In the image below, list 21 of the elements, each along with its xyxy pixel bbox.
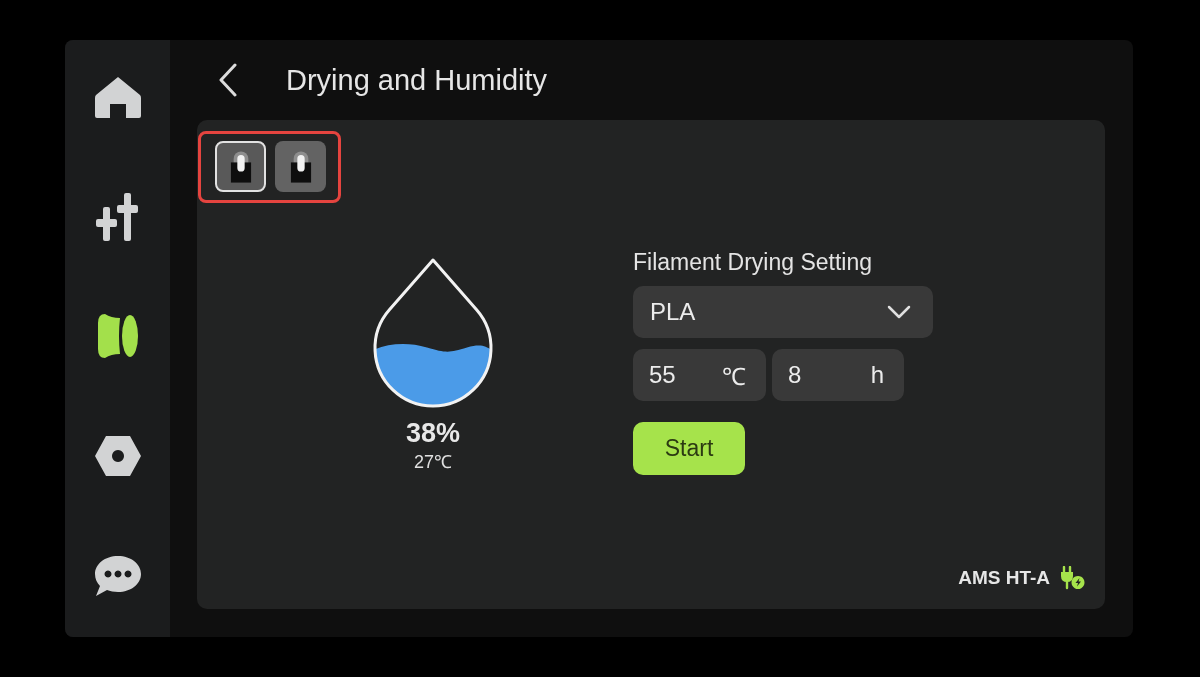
unit-tab[interactable] xyxy=(275,141,326,192)
home-icon xyxy=(94,75,141,118)
sliders-icon xyxy=(94,192,141,241)
temperature-reading: 27℃ xyxy=(414,451,452,473)
material-dropdown[interactable]: PLA xyxy=(633,286,933,338)
chat-bubble-icon xyxy=(92,554,143,599)
hex-nut-icon xyxy=(93,435,142,478)
ams-unit-icon xyxy=(289,150,312,183)
page-title: Drying and Humidity xyxy=(286,63,548,97)
unit-tab[interactable] xyxy=(215,141,266,192)
duration-field[interactable]: 8 h xyxy=(772,349,904,401)
temperature-field[interactable]: 55 ℃ xyxy=(633,349,766,401)
ams-unit-icon xyxy=(229,150,252,183)
plug-icon xyxy=(1059,566,1085,590)
start-button[interactable]: Start xyxy=(633,422,745,475)
spool-icon xyxy=(96,313,139,360)
settings-label: Filament Drying Setting xyxy=(633,249,873,275)
back-icon xyxy=(218,63,238,97)
caret-icon xyxy=(887,305,911,319)
humidity-reading: 38% xyxy=(405,418,460,448)
device-name: AMS HT-A xyxy=(958,567,1050,589)
